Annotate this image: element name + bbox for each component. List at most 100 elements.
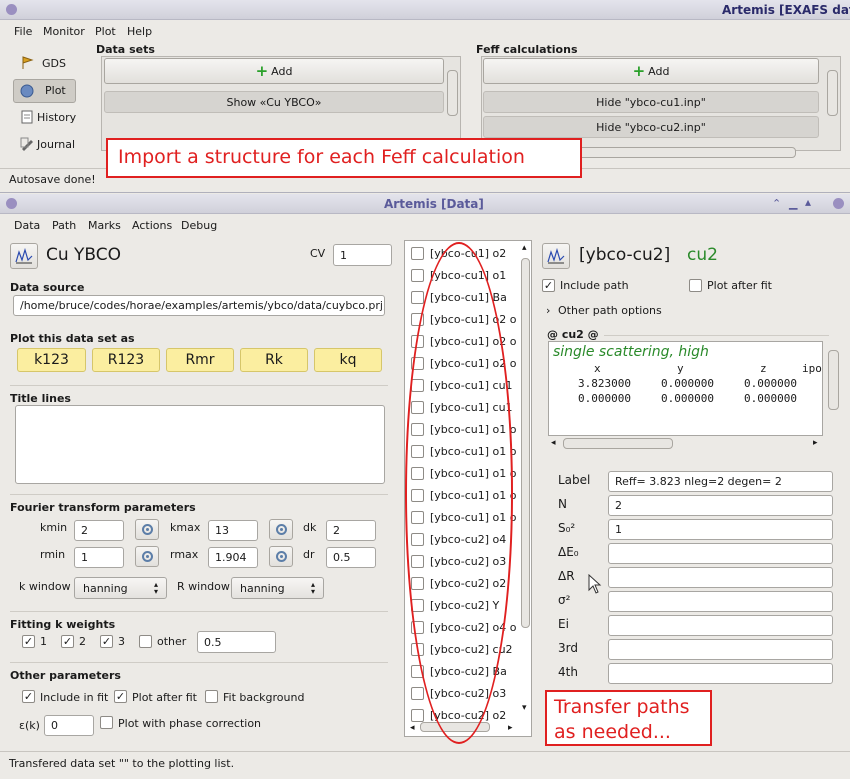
kmax-input[interactable]: 13 [208,520,258,541]
path-plot-after-fit-checkbox[interactable] [689,279,702,292]
data-sets-scrollbar[interactable] [447,70,458,116]
data-source-input[interactable]: /home/bruce/codes/horae/examples/artemis… [13,295,385,316]
fit-background-label: Fit background [223,691,305,704]
path-list-scrollbar[interactable] [521,258,530,628]
separator [604,335,829,336]
kweight-2-checkbox[interactable]: ✓ [61,635,74,648]
window-menu-icon[interactable] [6,4,17,15]
geometry-vscrollbar[interactable] [828,350,839,410]
path-feff-name: [ybco-cu2] [579,245,671,265]
menu-plot[interactable]: Plot [95,25,116,38]
path-select-checkbox[interactable] [411,687,424,700]
kmin-pick-button[interactable] [135,519,159,540]
path-select-checkbox[interactable] [411,709,424,722]
sidebar-item-plot[interactable]: Plot [45,84,66,97]
feff-scrollbar-h[interactable] [560,147,796,158]
scroll-right-icon[interactable]: ▸ [813,438,818,448]
kweight-other-input[interactable]: 0.5 [197,631,276,653]
plot-kq-button[interactable]: kq [314,348,382,372]
data-menu-marks[interactable]: Marks [88,219,121,232]
epsilon-input[interactable]: 0 [44,715,94,736]
feff-scrollbar-v[interactable] [827,70,838,116]
plot-path-icon-button[interactable] [542,243,570,269]
data-menu-data[interactable]: Data [14,219,40,232]
kweight-3-checkbox[interactable]: ✓ [100,635,113,648]
path-param-input[interactable] [608,615,833,636]
kweight-other-checkbox[interactable] [139,635,152,648]
gds-icon[interactable] [20,56,34,73]
sidebar-item-history[interactable]: History [37,111,76,124]
path-geometry-box[interactable]: single scattering, high x y z ipo 3.8230… [548,341,823,436]
title-lines-textarea[interactable] [15,405,385,484]
plot-r123-button[interactable]: R123 [92,348,160,372]
path-param-input[interactable] [608,663,833,684]
data-window-titlebar[interactable]: Artemis [Data] ⌃ ▁ ▴ [0,194,850,214]
plot-k123-button[interactable]: k123 [17,348,86,372]
plot-rk-button[interactable]: Rk [240,348,308,372]
shade-icon[interactable]: ⌃ [772,197,781,210]
fourier-label: Fourier transform parameters [10,501,196,514]
chevron-right-icon[interactable]: › [546,304,550,317]
add-feff-button[interactable]: + Add [483,58,819,84]
include-in-fit-checkbox[interactable]: ✓ [22,690,35,703]
geometry-hscrollbar[interactable] [563,438,673,449]
close-icon[interactable] [833,198,844,209]
plot-rmr-button[interactable]: Rmr [166,348,234,372]
rmax-pick-button[interactable] [269,546,293,567]
scroll-left-icon[interactable]: ◂ [551,438,556,448]
rmin-input[interactable]: 1 [74,547,124,568]
plot-after-fit-checkbox[interactable]: ✓ [114,690,127,703]
main-window-titlebar[interactable]: Artemis [EXAFS data an [0,0,850,20]
scroll-down-icon[interactable]: ▾ [522,703,527,713]
maximize-icon[interactable]: ▴ [805,195,811,209]
rwindow-select[interactable]: hanning ▴ ▾ [231,577,324,599]
cv-input[interactable]: 1 [333,244,392,266]
menu-file[interactable]: File [14,25,32,38]
hide-feff-cu1-button[interactable]: Hide "ybco-cu1.inp" [483,91,819,113]
plot-dataset-icon-button[interactable] [10,243,38,269]
dr-input[interactable]: 0.5 [326,547,376,568]
path-param-input[interactable]: 1 [608,519,833,540]
rmax-input[interactable]: 1.904 [208,547,258,568]
geometry-cell: 3.823000 [578,377,631,390]
include-path-checkbox[interactable]: ✓ [542,279,555,292]
kweight-1-checkbox[interactable]: ✓ [22,635,35,648]
path-select-checkbox[interactable] [411,269,424,282]
kmax-pick-button[interactable] [269,519,293,540]
path-param-input[interactable] [608,591,833,612]
path-param-input[interactable] [608,639,833,660]
path-param-input[interactable]: Reff= 3.823 nleg=2 degen= 2 [608,471,833,492]
path-select-checkbox[interactable] [411,291,424,304]
scroll-up-icon[interactable]: ▴ [522,243,527,253]
path-param-input[interactable] [608,567,833,588]
path-param-input[interactable] [608,543,833,564]
window-menu-icon[interactable] [6,198,17,209]
path-param-input[interactable]: 2 [608,495,833,516]
data-menu-actions[interactable]: Actions [132,219,172,232]
other-path-options[interactable]: Other path options [558,304,662,317]
scroll-left-icon[interactable]: ◂ [410,723,415,733]
geometry-cell: 0.000000 [661,392,714,405]
phase-correction-checkbox[interactable] [100,716,113,729]
menu-monitor[interactable]: Monitor [43,25,85,38]
path-select-checkbox[interactable] [411,247,424,260]
show-data-button[interactable]: Show «Cu YBCO» [104,91,444,113]
hide-feff-cu2-button[interactable]: Hide "ybco-cu2.inp" [483,116,819,138]
data-menu-debug[interactable]: Debug [181,219,217,232]
dk-input[interactable]: 2 [326,520,376,541]
kmin-input[interactable]: 2 [74,520,124,541]
kwindow-select[interactable]: hanning ▴ ▾ [74,577,167,599]
sidebar-item-journal[interactable]: Journal [37,138,75,151]
add-icon: + [632,62,646,80]
menu-help[interactable]: Help [127,25,152,38]
add-data-button[interactable]: + Add [104,58,444,84]
journal-icon[interactable] [20,137,34,154]
minimize-icon[interactable]: ▁ [789,197,797,210]
fit-background-checkbox[interactable] [205,690,218,703]
rmin-pick-button[interactable] [135,546,159,567]
sidebar-item-gds[interactable]: GDS [42,57,66,70]
data-menu-path[interactable]: Path [52,219,76,232]
scroll-right-icon[interactable]: ▸ [508,723,513,733]
separator [10,662,388,663]
history-icon[interactable] [20,110,34,127]
